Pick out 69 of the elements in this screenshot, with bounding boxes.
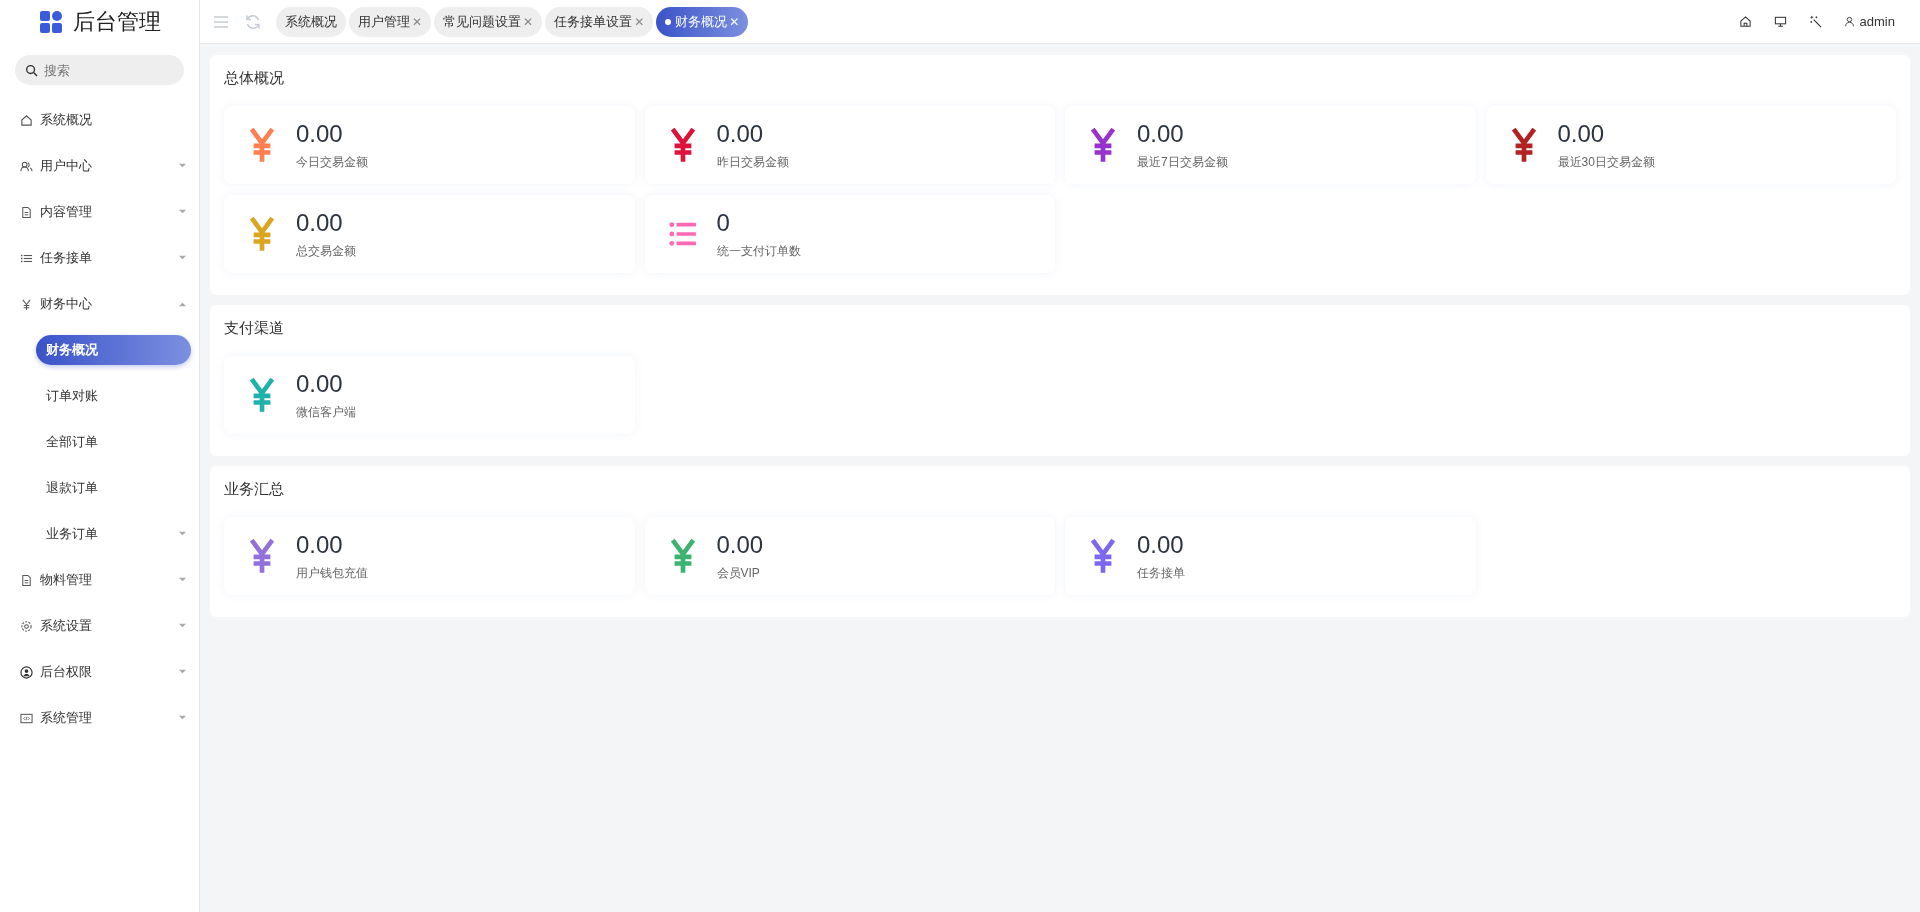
caret-icon xyxy=(178,209,187,215)
home-icon[interactable] xyxy=(1738,15,1752,28)
menu-item[interactable]: 用户中心 xyxy=(0,143,199,189)
submenu-item[interactable]: 订单对账 xyxy=(36,381,191,411)
submenu-item[interactable]: 业务订单 xyxy=(36,519,191,549)
caret-icon xyxy=(178,301,187,307)
user-menu[interactable]: admin xyxy=(1843,14,1895,29)
tab[interactable]: 财务概况✕ xyxy=(656,6,749,37)
logo-icon xyxy=(38,10,63,34)
stat-value: 0.00 xyxy=(296,119,344,148)
menu-item[interactable]: 财务中心 xyxy=(0,281,199,327)
yen-icon xyxy=(20,297,33,311)
section-title: 总体概况 xyxy=(224,69,285,88)
search-field[interactable]: 搜索 xyxy=(15,55,184,85)
magic-wand-icon[interactable] xyxy=(1808,15,1822,28)
submenu-item[interactable]: 退款订单 xyxy=(36,473,191,503)
menu-item[interactable]: 内容管理 xyxy=(0,189,199,235)
account-icon xyxy=(20,665,33,679)
stat-label: 昨日交易金额 xyxy=(716,153,789,171)
stat-value: 0.00 xyxy=(296,530,344,559)
user-icon xyxy=(1843,16,1855,27)
menu-item[interactable]: 系统概况 xyxy=(0,97,199,143)
tab[interactable]: 常见问题设置✕ xyxy=(434,6,543,37)
stat-value: 0.00 xyxy=(716,530,764,559)
caret-icon xyxy=(178,715,187,721)
app-title: 后台管理 xyxy=(72,8,161,36)
stat-label: 用户钱包充值 xyxy=(296,564,368,582)
document-icon xyxy=(20,573,33,587)
monitor-icon[interactable] xyxy=(1773,15,1787,28)
search-icon xyxy=(25,64,38,77)
tab[interactable]: 任务接单设置✕ xyxy=(545,6,654,37)
stat-value: 0.00 xyxy=(1137,530,1185,559)
users-icon xyxy=(20,159,33,173)
home-icon xyxy=(20,113,33,127)
stat-label: 任务接单 xyxy=(1137,564,1185,582)
tab[interactable]: 系统概况 xyxy=(276,6,346,37)
menu-item[interactable]: 系统设置 xyxy=(0,603,199,649)
menu-item[interactable]: 系统管理 xyxy=(0,695,199,741)
section-title: 业务汇总 xyxy=(224,480,285,499)
tab[interactable]: 用户管理✕ xyxy=(349,6,432,37)
stat-value: 0.00 xyxy=(716,119,765,148)
caret-icon xyxy=(178,577,187,583)
caret-icon xyxy=(178,669,187,675)
document-icon xyxy=(20,205,33,219)
stat-label: 总交易金额 xyxy=(296,242,356,260)
stat-label: 最近30日交易金额 xyxy=(1557,153,1655,171)
stat-label: 今日交易金额 xyxy=(296,153,368,171)
caret-icon xyxy=(178,531,187,537)
submenu-item[interactable]: 全部订单 xyxy=(36,427,191,457)
stat-value: 0.00 xyxy=(296,369,344,398)
menu-item[interactable]: 物料管理 xyxy=(0,557,199,603)
stat-label: 微信客户端 xyxy=(296,403,356,421)
caret-icon xyxy=(178,255,187,261)
stat-value: 0.00 xyxy=(1557,119,1606,148)
section-title: 支付渠道 xyxy=(224,319,285,338)
menu-item[interactable]: 后台权限 xyxy=(0,649,199,695)
caret-icon xyxy=(178,623,187,629)
stat-label: 会员VIP xyxy=(716,564,761,582)
active-dot xyxy=(665,18,672,25)
stat-label: 最近7日交易金额 xyxy=(1137,153,1228,171)
menu-item[interactable]: 任务接单 xyxy=(0,235,199,281)
stat-label: 统一支付订单数 xyxy=(716,242,801,260)
settings-icon xyxy=(20,619,33,633)
stat-value: 0.00 xyxy=(1137,119,1185,148)
stat-value: 0 xyxy=(716,208,731,237)
submenu-item[interactable]: 财务概况 xyxy=(36,335,191,365)
code-icon xyxy=(20,711,33,725)
caret-icon xyxy=(178,163,187,169)
stat-value: 0.00 xyxy=(296,208,344,237)
